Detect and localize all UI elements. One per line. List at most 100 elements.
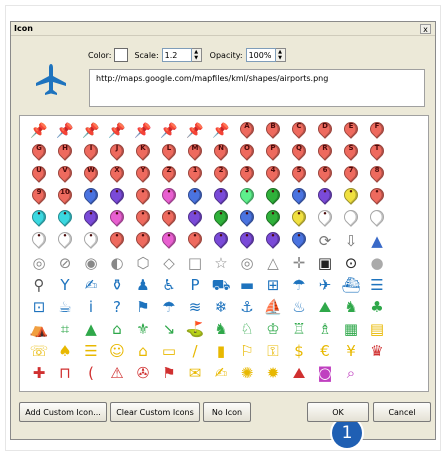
map-pin-icon[interactable]: F (364, 119, 390, 142)
opacity-spinner[interactable]: ▲ ▼ (275, 48, 286, 62)
map-pin-icon[interactable]: • (260, 229, 286, 252)
map-pin-icon[interactable]: • (104, 229, 130, 252)
scale-input[interactable]: 1.2 (161, 48, 192, 62)
map-symbol-icon[interactable]: ⚿ (260, 340, 286, 362)
map-symbol-icon[interactable]: ⌗ (52, 318, 78, 340)
map-pin-icon[interactable]: X (104, 163, 130, 186)
map-symbol-icon[interactable]: i (78, 296, 104, 318)
map-pin-icon[interactable]: 1 (182, 163, 208, 186)
map-pin-icon[interactable]: • (286, 207, 312, 230)
map-symbol-icon[interactable]: ♞ (338, 296, 364, 318)
map-symbol-icon[interactable]: ≋ (182, 296, 208, 318)
map-symbol-icon[interactable]: ❄ (208, 296, 234, 318)
pushpin-icon[interactable]: 📌 (104, 120, 130, 142)
map-pin-icon[interactable]: M (182, 141, 208, 164)
map-symbol-icon[interactable]: ⛰ (286, 362, 312, 384)
pushpin-icon[interactable]: 📌 (26, 120, 52, 142)
map-symbol-icon[interactable]: ⬡ (130, 252, 156, 274)
map-pin-icon[interactable]: • (234, 185, 260, 208)
map-pin-icon[interactable]: S (338, 141, 364, 164)
map-symbol-icon[interactable]: ↘ (156, 318, 182, 340)
map-pin-icon[interactable]: • (364, 185, 390, 208)
map-symbol-icon[interactable]: ⚠ (104, 362, 130, 384)
map-symbol-icon[interactable]: ⚑ (130, 296, 156, 318)
map-symbol-icon[interactable]: ✛ (286, 252, 312, 274)
close-button[interactable]: x (420, 23, 431, 34)
map-pin-icon[interactable]: I (78, 141, 104, 164)
pushpin-icon[interactable]: 📌 (78, 120, 104, 142)
map-pin-icon[interactable]: U (26, 163, 52, 186)
map-pin-icon[interactable]: • (130, 229, 156, 252)
map-symbol-icon[interactable]: ♛ (364, 340, 390, 362)
map-symbol-icon[interactable]: ♨ (286, 296, 312, 318)
map-symbol-icon[interactable]: ⛴ (338, 274, 364, 296)
map-pin-icon[interactable]: • (156, 185, 182, 208)
map-pin-icon[interactable]: 4 (260, 163, 286, 186)
pushpin-icon[interactable]: 📌 (52, 120, 78, 142)
map-pin-icon[interactable]: • (78, 229, 104, 252)
map-pin-icon[interactable]: • (156, 229, 182, 252)
map-symbol-icon[interactable]: ✺ (234, 362, 260, 384)
map-pin-icon[interactable] (364, 207, 390, 230)
map-symbol-icon[interactable]: ▦ (338, 318, 364, 340)
map-symbol-icon[interactable]: ◇ (156, 252, 182, 274)
map-symbol-icon[interactable]: ✇ (130, 362, 156, 384)
map-symbol-icon[interactable]: ▲ (78, 318, 104, 340)
map-symbol-icon[interactable]: ☂ (286, 274, 312, 296)
map-symbol-icon[interactable]: ⌂ (104, 318, 130, 340)
map-symbol-icon[interactable]: $ (286, 340, 312, 362)
map-symbol-icon[interactable]: ♣ (364, 296, 390, 318)
map-symbol-icon[interactable]: △ (260, 252, 286, 274)
map-pin-icon[interactable]: • (338, 185, 364, 208)
map-symbol-icon[interactable]: ✉ (182, 362, 208, 384)
map-pin-icon[interactable]: • (260, 207, 286, 230)
map-pin-icon[interactable]: K (130, 141, 156, 164)
map-symbol-icon[interactable]: ♞ (208, 318, 234, 340)
map-symbol-icon[interactable]: ▬ (234, 274, 260, 296)
map-symbol-icon[interactable]: / (182, 340, 208, 362)
map-symbol-icon[interactable]: € (312, 340, 338, 362)
pushpin-icon[interactable]: 📌 (156, 120, 182, 142)
map-pin-icon[interactable]: 7 (338, 163, 364, 186)
map-symbol-icon[interactable]: ⛳ (182, 318, 208, 340)
map-pin-icon[interactable]: Y (130, 163, 156, 186)
map-pin-icon[interactable]: L (156, 141, 182, 164)
map-pin-icon[interactable]: P (260, 141, 286, 164)
map-symbol-icon[interactable]: ◎ (234, 252, 260, 274)
map-symbol-icon[interactable]: ▭ (156, 340, 182, 362)
map-symbol-icon[interactable]: ✹ (260, 362, 286, 384)
map-symbol-icon[interactable]: ♠ (52, 340, 78, 362)
cancel-button[interactable]: Cancel (373, 402, 431, 422)
map-pin-icon[interactable]: V (52, 163, 78, 186)
map-pin-icon[interactable]: • (312, 185, 338, 208)
color-picker[interactable] (114, 48, 129, 62)
map-symbol-icon[interactable]: ( (78, 362, 104, 384)
map-symbol-icon[interactable]: ◙ (312, 362, 338, 384)
pushpin-icon[interactable]: 📌 (130, 120, 156, 142)
map-pin-icon[interactable]: Q (286, 141, 312, 164)
map-pin-icon[interactable]: • (52, 207, 78, 230)
ok-button[interactable]: OK (307, 402, 369, 422)
map-pin-icon[interactable]: A (234, 119, 260, 142)
map-symbol-icon[interactable]: ⊓ (52, 362, 78, 384)
map-symbol-icon[interactable]: ⊡ (26, 296, 52, 318)
add-custom-icon-button[interactable]: Add Custom Icon... (19, 402, 107, 422)
map-symbol-icon[interactable]: ? (104, 296, 130, 318)
spin-down-icon[interactable]: ▼ (276, 55, 285, 61)
map-symbol-icon[interactable]: ⌕ (338, 362, 364, 384)
map-symbol-icon[interactable]: ⛟ (208, 274, 234, 296)
map-symbol-icon[interactable]: ⌂ (130, 340, 156, 362)
map-symbol-icon[interactable]: ⛰ (312, 296, 338, 318)
no-icon-button[interactable]: No Icon (203, 402, 251, 422)
map-symbol-icon[interactable]: ♔ (260, 318, 286, 340)
map-symbol-icon[interactable]: ● (364, 252, 390, 274)
title-bar[interactable]: Icon x (11, 22, 435, 36)
map-symbol-icon[interactable]: ◐ (104, 252, 130, 274)
map-pin-icon[interactable]: 10 (52, 185, 78, 208)
map-symbol-icon[interactable]: ⇩ (338, 230, 364, 252)
map-pin-icon[interactable]: 5 (286, 163, 312, 186)
map-symbol-icon[interactable]: ♿ (156, 274, 182, 296)
map-pin-icon[interactable]: D (312, 119, 338, 142)
map-pin-icon[interactable]: R (312, 141, 338, 164)
map-pin-icon[interactable]: N (208, 141, 234, 164)
